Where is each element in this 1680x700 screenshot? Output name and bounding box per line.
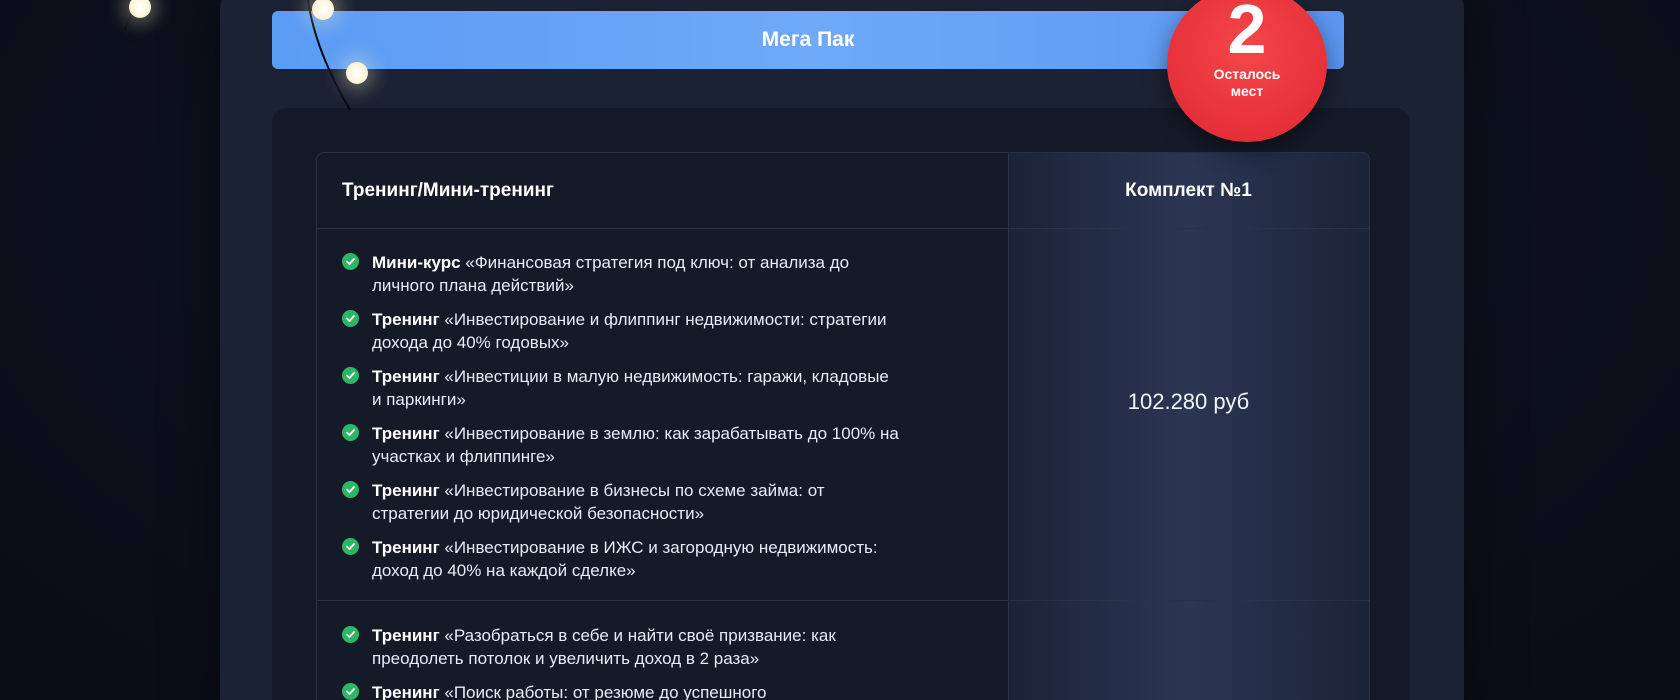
item-title: «Инвестирование в ИЖС и загородную недви… — [372, 538, 878, 580]
item-type: Тренинг — [372, 310, 440, 329]
list-item: Тренинг «Инвестиции в малую недвижимость… — [342, 365, 902, 411]
list-item: Тренинг «Инвестирование в землю: как зар… — [342, 422, 902, 468]
check-circle-icon — [342, 253, 359, 270]
item-type: Тренинг — [372, 538, 440, 557]
item-title: «Поиск работы: от резюме до успешного — [439, 683, 767, 700]
check-circle-icon — [342, 683, 359, 700]
item-type: Мини-курс — [372, 253, 461, 272]
header-divider — [317, 228, 1369, 229]
check-circle-icon — [342, 538, 359, 555]
item-title: «Разобраться в себе и найти своё призван… — [372, 626, 836, 668]
check-circle-icon — [342, 626, 359, 643]
kit-column — [1008, 153, 1369, 700]
item-title: «Инвестиции в малую недвижимость: гаражи… — [372, 367, 889, 409]
training-list-group-2: Тренинг «Разобраться в себе и найти своё… — [342, 624, 902, 700]
seats-left-count: 2 — [1227, 0, 1267, 68]
seats-left-caption-line1: Осталось — [1213, 66, 1281, 82]
item-type: Тренинг — [372, 481, 440, 500]
item-type: Тренинг — [372, 424, 440, 443]
column-header-training: Тренинг/Мини-тренинг — [342, 179, 554, 201]
kit-price: 102.280 руб — [1127, 389, 1250, 414]
list-item: Тренинг «Поиск работы: от резюме до успе… — [342, 681, 902, 700]
item-title: «Инвестирование в бизнесы по схеме займа… — [372, 481, 825, 523]
item-type: Тренинг — [372, 626, 440, 645]
seats-left-caption-line2: мест — [1230, 83, 1264, 99]
list-item: Тренинг «Инвестирование в бизнесы по схе… — [342, 479, 902, 525]
check-circle-icon — [342, 481, 359, 498]
item-title: «Инвестирование в землю: как зарабатыват… — [372, 424, 899, 466]
check-circle-icon — [342, 424, 359, 441]
mega-pack-label: Мега Пак — [761, 28, 855, 51]
training-list-group-1: Мини-курс «Финансовая стратегия под ключ… — [342, 251, 902, 593]
check-circle-icon — [342, 310, 359, 327]
list-item: Мини-курс «Финансовая стратегия под ключ… — [342, 251, 902, 297]
seats-left-caption: Осталось мест — [1167, 66, 1327, 100]
garland-wire-decoration — [124, 0, 351, 111]
item-type: Тренинг — [372, 367, 440, 386]
pricing-table: Тренинг/Мини-тренинг Комплект №1 Мини-ку… — [316, 152, 1370, 700]
list-item: Тренинг «Инвестирование в ИЖС и загородн… — [342, 536, 902, 582]
column-header-kit: Комплект №1 — [1125, 179, 1252, 201]
check-circle-icon — [342, 367, 359, 384]
list-item: Тренинг «Разобраться в себе и найти своё… — [342, 624, 902, 670]
group-divider — [317, 600, 1369, 601]
garland-bulb-icon — [346, 62, 368, 84]
page: Мега Пак Тренинг/Мини-тренинг Комплект №… — [0, 0, 1680, 700]
list-item: Тренинг «Инвестирование и флиппинг недви… — [342, 308, 902, 354]
item-title: «Инвестирование и флиппинг недвижимости:… — [372, 310, 887, 352]
item-type: Тренинг — [372, 683, 440, 700]
